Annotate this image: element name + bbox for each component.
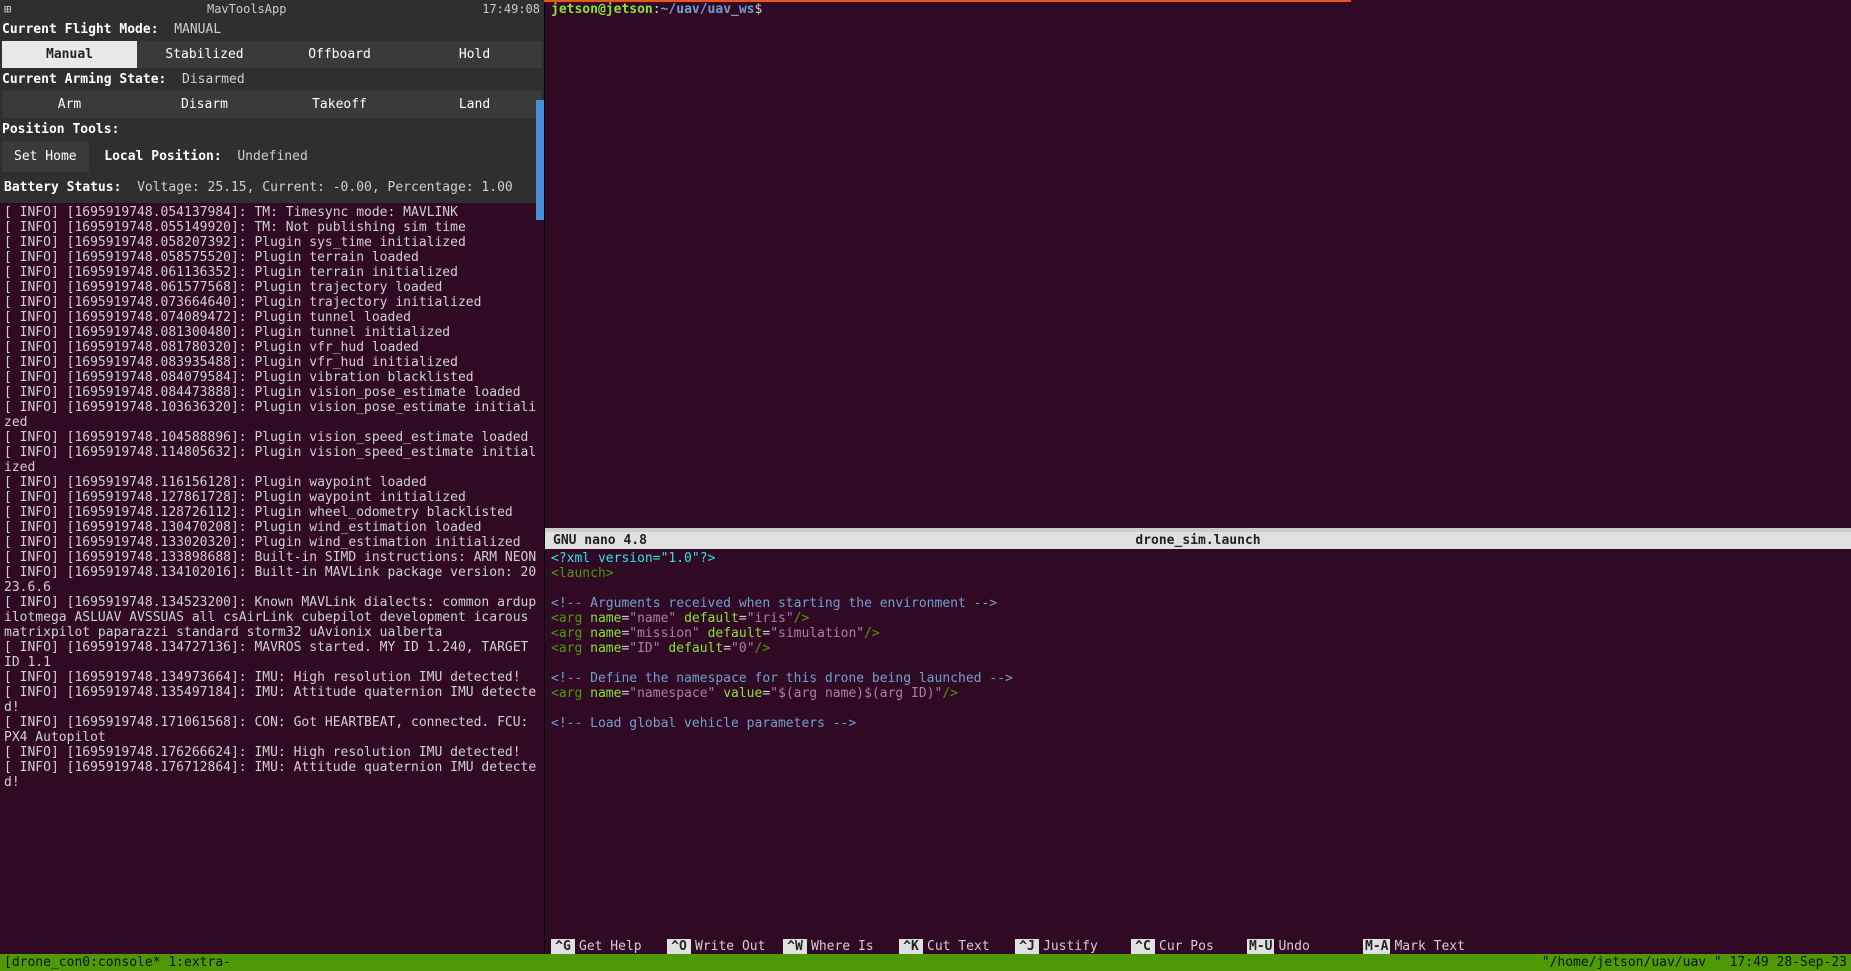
log-line: [ INFO] [1695919748.084079584]: Plugin v… <box>4 370 540 385</box>
prompt-path: ~/uav/uav_ws <box>661 2 755 17</box>
log-line: [ INFO] [1695919748.073664640]: Plugin t… <box>4 295 540 310</box>
mode-buttons: Manual Stabilized Offboard Hold <box>2 41 542 68</box>
battery-value: Voltage: 25.15, Current: -0.00, Percenta… <box>137 180 513 195</box>
terminal-top[interactable]: jetson@jetson:~/uav/uav_ws$ <box>545 0 1851 528</box>
stabilized-button[interactable]: Stabilized <box>137 41 272 68</box>
nano-command[interactable]: ^WWhere Is <box>783 939 899 954</box>
log-output[interactable]: [ INFO] [1695919748.054137984]: TM: Time… <box>0 203 544 971</box>
nano-line: <arg name="ID" default="0"/> <box>551 641 1845 656</box>
log-line: [ INFO] [1695919748.134973664]: IMU: Hig… <box>4 670 540 685</box>
log-line: [ INFO] [1695919748.134523200]: Known MA… <box>4 595 540 640</box>
nano-filename: drone_sim.launch <box>753 533 1643 548</box>
position-tools-label: Position Tools: <box>2 122 119 137</box>
log-line: [ INFO] [1695919748.128726112]: Plugin w… <box>4 505 540 520</box>
nano-command[interactable]: ^KCut Text <box>899 939 1015 954</box>
nano-line <box>551 656 1845 671</box>
nano-command[interactable]: ^OWrite Out <box>667 939 783 954</box>
land-button[interactable]: Land <box>407 91 542 118</box>
offboard-button[interactable]: Offboard <box>272 41 407 68</box>
status-right: "/home/jetson/uav/uav " 17:49 28-Sep-23 <box>1542 955 1847 970</box>
log-line: [ INFO] [1695919748.176712864]: IMU: Att… <box>4 760 540 790</box>
log-line: [ INFO] [1695919748.061577568]: Plugin t… <box>4 280 540 295</box>
manual-button[interactable]: Manual <box>2 41 137 68</box>
disarm-button[interactable]: Disarm <box>137 91 272 118</box>
hold-button[interactable]: Hold <box>407 41 542 68</box>
nano-line: <launch> <box>551 566 1845 581</box>
nano-command[interactable]: ^GGet Help <box>551 939 667 954</box>
header-time: 17:49:08 <box>482 2 540 16</box>
tui-header: ⊞ MavToolsApp 17:49:08 <box>0 0 544 18</box>
log-line: [ INFO] [1695919748.058575520]: Plugin t… <box>4 250 540 265</box>
status-left: [drone_con0:console* 1:extra- <box>4 955 231 970</box>
nano-line <box>551 701 1845 716</box>
nano-line: <?xml version="1.0"?> <box>551 551 1845 566</box>
log-line: [ INFO] [1695919748.127861728]: Plugin w… <box>4 490 540 505</box>
nano-command[interactable]: M-UUndo <box>1247 939 1363 954</box>
log-line: [ INFO] [1695919748.103636320]: Plugin v… <box>4 400 540 430</box>
log-line: [ INFO] [1695919748.054137984]: TM: Time… <box>4 205 540 220</box>
log-line: [ INFO] [1695919748.134102016]: Built-in… <box>4 565 540 595</box>
nano-line: <arg name="name" default="iris"/> <box>551 611 1845 626</box>
log-line: [ INFO] [1695919748.130470208]: Plugin w… <box>4 520 540 535</box>
log-line: [ INFO] [1695919748.081780320]: Plugin v… <box>4 340 540 355</box>
prompt-user: jetson <box>551 2 598 17</box>
set-home-button[interactable]: Set Home <box>2 141 89 172</box>
log-line: [ INFO] [1695919748.055149920]: TM: Not … <box>4 220 540 235</box>
arming-state-value: Disarmed <box>182 72 245 87</box>
flight-mode-value: MANUAL <box>174 22 221 37</box>
log-line: [ INFO] [1695919748.134727136]: MAVROS s… <box>4 640 540 670</box>
prompt-host: jetson <box>606 2 653 17</box>
nano-version: GNU nano 4.8 <box>553 533 753 548</box>
nano-command[interactable]: ^JJustify <box>1015 939 1131 954</box>
arm-button[interactable]: Arm <box>2 91 137 118</box>
log-line: [ INFO] [1695919748.104588896]: Plugin v… <box>4 430 540 445</box>
nano-line: <arg name="mission" default="simulation"… <box>551 626 1845 641</box>
tmux-status-bar[interactable]: [drone_con0:console* 1:extra- "/home/jet… <box>0 954 1851 971</box>
log-line: [ INFO] [1695919748.081300480]: Plugin t… <box>4 325 540 340</box>
scrollbar[interactable] <box>536 100 544 220</box>
nano-line: <!-- Arguments received when starting th… <box>551 596 1845 611</box>
local-position-value: Undefined <box>237 149 307 164</box>
log-line: [ INFO] [1695919748.058207392]: Plugin s… <box>4 235 540 250</box>
arming-state-label: Current Arming State: <box>2 72 166 87</box>
app-title: MavToolsApp <box>11 2 482 16</box>
nano-line: <arg name="namespace" value="$(arg name)… <box>551 686 1845 701</box>
nano-command[interactable]: M-AMark Text <box>1363 939 1479 954</box>
nano-header: GNU nano 4.8 drone_sim.launch <box>545 532 1851 549</box>
flight-mode-label: Current Flight Mode: <box>2 22 159 37</box>
nano-line: <!-- Define the namespace for this drone… <box>551 671 1845 686</box>
log-line: [ INFO] [1695919748.083935488]: Plugin v… <box>4 355 540 370</box>
log-line: [ INFO] [1695919748.133898688]: Built-in… <box>4 550 540 565</box>
battery-label: Battery Status: <box>4 180 121 195</box>
log-line: [ INFO] [1695919748.116156128]: Plugin w… <box>4 475 540 490</box>
log-line: [ INFO] [1695919748.135497184]: IMU: Att… <box>4 685 540 715</box>
log-line: [ INFO] [1695919748.171061568]: CON: Got… <box>4 715 540 745</box>
nano-line <box>551 581 1845 596</box>
log-line: [ INFO] [1695919748.114805632]: Plugin v… <box>4 445 540 475</box>
nano-line: <!-- Load global vehicle parameters --> <box>551 716 1845 731</box>
nano-command[interactable]: ^CCur Pos <box>1131 939 1247 954</box>
local-position-label: Local Position: <box>104 149 221 164</box>
log-line: [ INFO] [1695919748.061136352]: Plugin t… <box>4 265 540 280</box>
nano-editor[interactable]: <?xml version="1.0"?><launch> <!-- Argum… <box>545 549 1851 939</box>
log-line: [ INFO] [1695919748.074089472]: Plugin t… <box>4 310 540 325</box>
log-line: [ INFO] [1695919748.133020320]: Plugin w… <box>4 535 540 550</box>
log-line: [ INFO] [1695919748.176266624]: IMU: Hig… <box>4 745 540 760</box>
takeoff-button[interactable]: Takeoff <box>272 91 407 118</box>
arming-buttons: Arm Disarm Takeoff Land <box>2 91 542 118</box>
log-line: [ INFO] [1695919748.084473888]: Plugin v… <box>4 385 540 400</box>
